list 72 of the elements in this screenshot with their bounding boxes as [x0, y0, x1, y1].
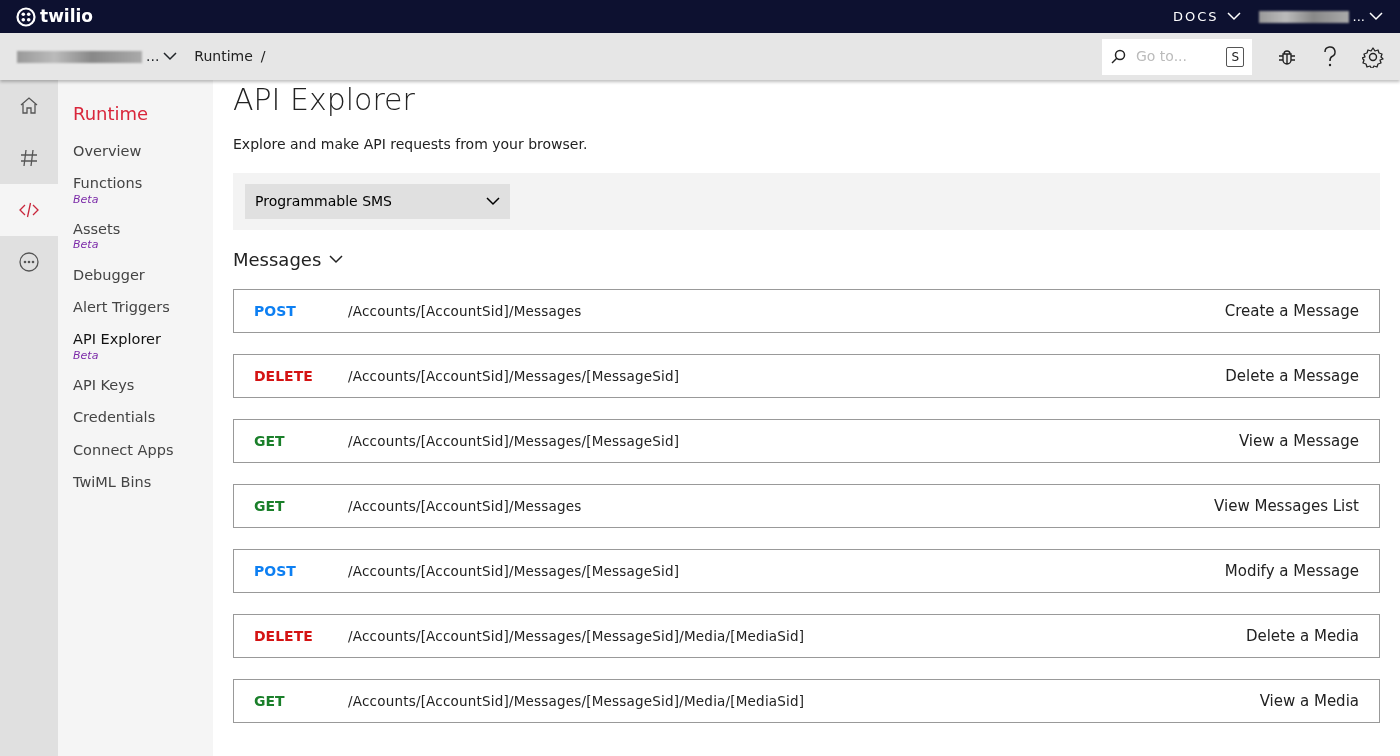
- endpoint-action: Delete a Message: [1225, 365, 1359, 387]
- endpoint-path: /Accounts/[AccountSid]/Messages/[MessageSid]: [348, 561, 680, 581]
- endpoint-row[interactable]: DELETE /Accounts/[AccountSid]/Messages/[MessageSid] Delete a Message: [233, 354, 1380, 398]
- beta-label: Beta: [73, 238, 100, 252]
- endpoint-row[interactable]: GET /Accounts/[AccountSid]/Messages View Messages List: [233, 484, 1380, 528]
- method-label: DELETE: [254, 626, 314, 646]
- sidebar-item[interactable]: Credentials: [73, 409, 213, 427]
- settings-icon[interactable]: [1362, 45, 1384, 68]
- sidebar-item[interactable]: Overview: [73, 143, 213, 161]
- endpoint-path: /Accounts/[AccountSid]/Messages/[MessageSid]: [348, 431, 680, 451]
- beta-label: Beta: [73, 192, 100, 206]
- sidebar-item[interactable]: Assets Beta: [73, 220, 213, 252]
- method-label: GET: [254, 496, 286, 516]
- endpoint-path: /Accounts/[AccountSid]/Messages/[MessageSid]/Media/[MediaSid]: [348, 691, 805, 711]
- endpoint-action: View a Media: [1259, 690, 1359, 712]
- project-menu[interactable]: ...: [16, 45, 179, 68]
- logo-text: twilio: [40, 4, 93, 28]
- more-icon: [18, 251, 40, 273]
- sidebar-item[interactable]: Debugger: [73, 266, 213, 284]
- endpoint-action: Delete a Media: [1245, 625, 1359, 647]
- method-label: POST: [254, 301, 297, 321]
- sidebar-item[interactable]: Functions Beta: [73, 175, 213, 206]
- search-field[interactable]: Go to... S: [1102, 38, 1252, 75]
- endpoint-path: /Accounts/[AccountSid]/Messages: [348, 496, 582, 516]
- sidebar-item[interactable]: API Keys: [73, 376, 213, 395]
- beta-label: Beta: [73, 348, 100, 362]
- breadcrumb-separator: /: [260, 47, 266, 66]
- page-title: API Explorer: [233, 82, 416, 118]
- endpoint-path: /Accounts/[AccountSid]/Messages/[MessageSid]: [348, 366, 680, 386]
- endpoint-path: /Accounts/[AccountSid]/Messages: [348, 301, 582, 321]
- endpoint-action: Create a Message: [1224, 300, 1359, 322]
- method-label: POST: [254, 561, 297, 581]
- chevron-down-icon: [1369, 12, 1383, 21]
- breadcrumb-link[interactable]: Runtime: [194, 46, 253, 67]
- endpoint-action: View a Message: [1238, 430, 1359, 452]
- sidebar-item-label: API Explorer: [73, 331, 161, 348]
- docs-menu[interactable]: DOCS: [1172, 5, 1242, 28]
- endpoint-row[interactable]: GET /Accounts/[AccountSid]/Messages/[MessageSid]/Media/[MediaSid] View a Media: [233, 679, 1380, 723]
- sidebar-item[interactable]: Connect Apps: [73, 441, 213, 460]
- chevron-down-icon: [163, 52, 178, 61]
- account-menu[interactable]: ...: [1257, 5, 1384, 28]
- sidebar-item-label: Functions: [73, 175, 143, 192]
- home-icon: [18, 95, 40, 117]
- shortcut-key: S: [1226, 46, 1244, 67]
- page-description: Explore and make API requests from your browser.: [233, 135, 589, 154]
- sidebar-title: Runtime: [73, 102, 150, 126]
- endpoint-action: Modify a Message: [1224, 560, 1359, 582]
- hash-icon: [18, 147, 40, 169]
- endpoint-row[interactable]: POST /Accounts/[AccountSid]/Messages Create a Message: [233, 289, 1380, 333]
- product-select[interactable]: Programmable SMS: [245, 184, 510, 219]
- help-icon[interactable]: [1322, 44, 1338, 69]
- sidebar-item-label: Assets: [73, 220, 121, 237]
- search-icon: [1110, 48, 1126, 65]
- sidebar-item[interactable]: API Explorer Beta: [73, 331, 213, 362]
- endpoint-path: /Accounts/[AccountSid]/Messages/[MessageSid]/Media/[MediaSid]: [348, 626, 805, 646]
- endpoint-row[interactable]: DELETE /Accounts/[AccountSid]/Messages/[MessageSid]/Media/[MediaSid] Delete a Media: [233, 614, 1380, 658]
- sidebar-item[interactable]: TwiML Bins: [73, 474, 213, 492]
- endpoint-row[interactable]: GET /Accounts/[AccountSid]/Messages/[MessageSid] View a Message: [233, 419, 1380, 463]
- endpoint-row[interactable]: POST /Accounts/[AccountSid]/Messages/[MessageSid] Modify a Message: [233, 549, 1380, 593]
- section-toggle[interactable]: Messages: [233, 246, 344, 273]
- logo-icon: [16, 6, 36, 27]
- chevron-down-icon: [1226, 12, 1241, 21]
- endpoint-action: View Messages List: [1214, 495, 1359, 517]
- sidebar-item[interactable]: Alert Triggers: [73, 298, 213, 317]
- method-label: GET: [254, 691, 286, 711]
- logo[interactable]: twilio: [16, 3, 93, 30]
- chevron-down-icon: [486, 197, 500, 206]
- method-label: GET: [254, 431, 286, 451]
- method-label: DELETE: [254, 366, 314, 386]
- chevron-down-icon: [329, 255, 344, 264]
- rail-button[interactable]: [0, 184, 58, 236]
- select-value: Programmable SMS: [255, 192, 392, 211]
